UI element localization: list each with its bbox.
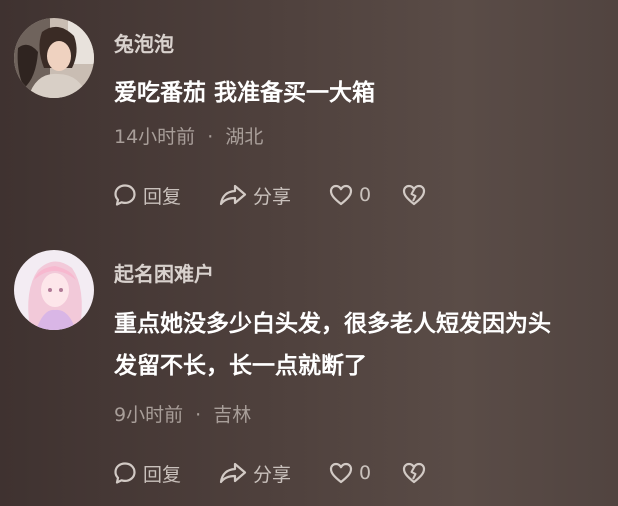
comment-time: 9小时前 bbox=[114, 404, 184, 426]
comment-meta: 14小时前 · 湖北 bbox=[114, 122, 263, 149]
comment-text-line: 发留不长，长一点就断了 bbox=[114, 353, 367, 379]
comment-text-line: 重点她没多少白头发，很多老人短发因为头 bbox=[114, 311, 551, 337]
meta-separator: · bbox=[207, 126, 214, 148]
username[interactable]: 起名困难户 bbox=[114, 258, 214, 287]
comment-location: 湖北 bbox=[225, 126, 264, 148]
speech-bubble-icon bbox=[112, 460, 138, 486]
reply-label: 回复 bbox=[143, 463, 182, 486]
share-button[interactable]: 分享 bbox=[218, 460, 328, 487]
dislike-button[interactable] bbox=[400, 460, 428, 486]
share-arrow-icon bbox=[218, 182, 248, 208]
broken-heart-icon bbox=[400, 460, 428, 486]
comment-meta: 9小时前 · 吉林 bbox=[114, 400, 251, 427]
comment-actions: 回复 分享 0 bbox=[112, 180, 428, 210]
heart-icon bbox=[328, 460, 354, 486]
avatar[interactable] bbox=[14, 250, 94, 330]
comment-actions: 回复 分享 0 bbox=[112, 458, 428, 488]
comment-location: 吉林 bbox=[213, 404, 252, 426]
comment-item: 起名困难户 重点她没多少白头发，很多老人短发因为头 发留不长，长一点就断了 9小… bbox=[0, 240, 618, 506]
like-count: 0 bbox=[359, 184, 372, 206]
share-label: 分享 bbox=[253, 185, 292, 208]
like-count: 0 bbox=[359, 462, 372, 484]
reply-label: 回复 bbox=[143, 185, 182, 208]
share-arrow-icon bbox=[218, 460, 248, 486]
comment-text: 爱吃番茄 我准备买一大箱 bbox=[114, 72, 375, 114]
dislike-button[interactable] bbox=[400, 182, 428, 208]
like-button[interactable]: 0 bbox=[328, 182, 400, 208]
comment-item: 兔泡泡 爱吃番茄 我准备买一大箱 14小时前 · 湖北 回复 分享 0 bbox=[0, 0, 618, 240]
heart-icon bbox=[328, 182, 354, 208]
username[interactable]: 兔泡泡 bbox=[114, 28, 174, 57]
reply-button[interactable]: 回复 bbox=[112, 460, 218, 487]
share-button[interactable]: 分享 bbox=[218, 182, 328, 209]
broken-heart-icon bbox=[400, 182, 428, 208]
share-label: 分享 bbox=[253, 463, 292, 486]
reply-button[interactable]: 回复 bbox=[112, 182, 218, 209]
comment-text: 重点她没多少白头发，很多老人短发因为头 发留不长，长一点就断了 bbox=[114, 303, 551, 387]
meta-separator: · bbox=[195, 404, 202, 426]
comment-time: 14小时前 bbox=[114, 126, 196, 148]
speech-bubble-icon bbox=[112, 182, 138, 208]
comment-text-line: 爱吃番茄 我准备买一大箱 bbox=[114, 80, 376, 106]
like-button[interactable]: 0 bbox=[328, 460, 400, 486]
avatar[interactable] bbox=[14, 18, 94, 98]
